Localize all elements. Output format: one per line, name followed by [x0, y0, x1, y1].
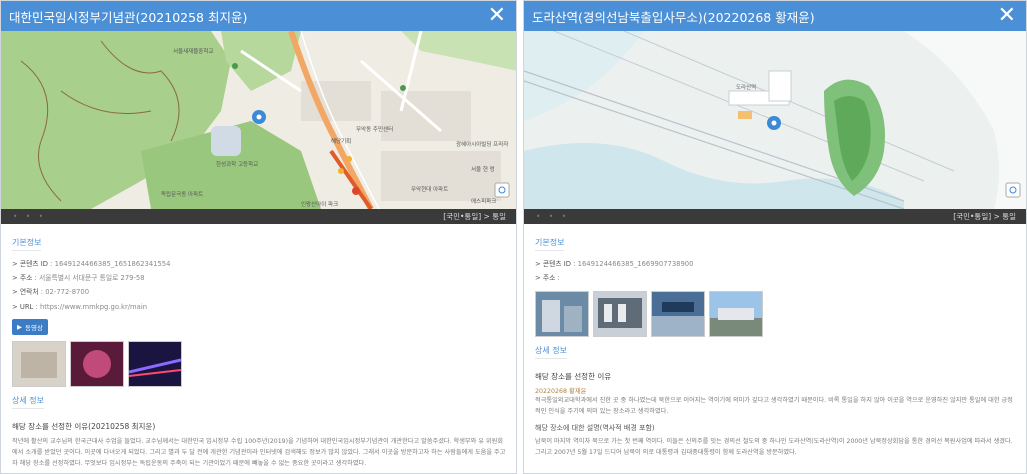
- popup-title: 대한민국임시정부기념관(20210258 최지윤): [9, 9, 248, 25]
- popup-titlebar: 대한민국임시정부기념관(20210258 최지윤) ✕: [1, 1, 516, 31]
- place-popup-1: 대한민국임시정부기념관(20210258 최지윤) ✕ 서울새재뜰중학교 해당기…: [0, 0, 517, 474]
- place-popup-2: 도라산역(경의선남북출입사무소)(20220268 황재윤) ✕ 도라산역 • …: [523, 0, 1027, 474]
- map-label: 해당기획: [331, 137, 351, 145]
- info-value: : 02-772-8700: [38, 288, 90, 297]
- photo-thumbnail[interactable]: [651, 291, 705, 338]
- map-dots-icon: • • •: [13, 212, 47, 221]
- info-key: > 주소: [12, 274, 33, 283]
- info-value: : 1649124466385_1651862341554: [48, 260, 171, 268]
- map-label: 서울 현 렁: [471, 165, 495, 173]
- map-label: 독립문극동 아파트: [161, 190, 203, 198]
- map-view[interactable]: 서울새재뜰중학교 해당기획 무악동 주민센터 무악현대 아파트 한성과학 고등학…: [1, 31, 516, 209]
- map-label: 인왕산아이 파크: [301, 200, 338, 208]
- map-footer: • • • [국민•통일] > 통일: [1, 209, 516, 224]
- map-label: 무악현대 아파트: [411, 185, 448, 193]
- video-label: 동영상: [25, 323, 43, 332]
- close-icon[interactable]: ✕: [488, 5, 506, 27]
- info-row: > 콘텐츠 ID : 1649124466385_1669907738900: [535, 257, 1016, 271]
- detail-info-title: 상세 정보: [12, 395, 44, 409]
- popup-titlebar: 도라산역(경의선남북출입사무소)(20220268 황재윤) ✕: [524, 1, 1026, 31]
- map-view[interactable]: 도라산역: [524, 31, 1026, 209]
- info-row: > URL : https://www.mmkpg.go.kr/main: [12, 300, 506, 314]
- info-row: > 콘텐츠 ID : 1649124466385_1651862341554: [12, 257, 506, 271]
- info-row: > 주소 : 서울특별시 서대문구 통일로 279-58: [12, 271, 506, 285]
- info-row: > 주소 :: [535, 271, 1016, 285]
- info-key: > 주소: [535, 274, 556, 283]
- category-path: [국민•통일] > 통일: [953, 212, 1016, 221]
- category-path: [국민•통일] > 통일: [443, 212, 506, 221]
- photo-thumbnail[interactable]: [593, 291, 647, 338]
- info-key: > 콘텐츠 ID: [12, 260, 49, 268]
- info-key: > URL: [12, 302, 34, 311]
- info-list: > 콘텐츠 ID : 1649124466385_1669907738900 >…: [535, 257, 1016, 285]
- detail-info-title: 상세 정보: [535, 345, 567, 360]
- info-key: > 콘텐츠 ID: [535, 260, 572, 268]
- reason-text: 작년에 활산의 교수님의 한국근대사 수업을 들었다. 교수님께서는 대한민국 …: [12, 437, 506, 467]
- info-row: > 연락처 : 02-772-8700: [12, 285, 506, 299]
- map-footer: • • • [국민•통일] > 통일: [524, 209, 1026, 224]
- map-label: 도라산역: [736, 83, 756, 91]
- basic-info-title: 기본정보: [535, 237, 565, 251]
- reason-heading: 해당 장소를 선정한 이유(20210258 최지윤): [12, 421, 156, 431]
- photo-thumbnail[interactable]: [70, 340, 124, 387]
- map-label: 광혜아시아빌딩 프라자: [456, 140, 508, 148]
- info-value: : 서울특별시 서대문구 통일로 279-58: [32, 274, 145, 283]
- map-label: 한성과학 고등학교: [216, 160, 258, 168]
- popup-body: 기본정보 > 콘텐츠 ID : 1649124466385_1669907738…: [524, 224, 1026, 458]
- photo-thumbnail[interactable]: [128, 340, 182, 387]
- photo-thumbnail[interactable]: [709, 291, 763, 338]
- map-label: 에스피파크: [471, 197, 496, 205]
- reason-text: 적극통일외교대학과에서 진한 곳 중 하나였는데 북한으로 이어지는 역이기에 …: [535, 397, 1013, 416]
- description-heading: 해당 장소에 대한 설명(역사적 배경 포함): [535, 424, 655, 433]
- map-label: 서울새재뜰중학교: [173, 47, 213, 55]
- reason-heading: 해당 장소를 선정한 이유: [535, 372, 612, 382]
- close-icon[interactable]: ✕: [998, 5, 1016, 27]
- info-list: > 콘텐츠 ID : 1649124466385_1651862341554 >…: [12, 257, 506, 314]
- photo-thumbnails: [12, 340, 506, 387]
- video-button[interactable]: ▶ 동영상: [12, 318, 48, 335]
- photo-thumbnail[interactable]: [535, 291, 589, 338]
- popup-title: 도라산역(경의선남북출입사무소)(20220268 황재윤): [532, 9, 815, 25]
- description-text: 남북이 마지막 역이자 북으로 가는 첫 번째 역이다. 이들은 신의주를 잇는…: [535, 438, 1013, 457]
- info-value: : 1649124466385_1669907738900: [571, 260, 694, 268]
- map-label: 무악동 주민센터: [356, 125, 393, 133]
- video-icon: ▶: [17, 322, 22, 331]
- url-link[interactable]: : https://www.mmkpg.go.kr/main: [33, 303, 148, 311]
- map-dots-icon: • • •: [536, 212, 570, 221]
- info-key: > 연락처: [12, 288, 39, 297]
- photo-thumbnail[interactable]: [12, 340, 66, 387]
- basic-info-title: 기본정보: [12, 237, 42, 251]
- info-value: :: [555, 274, 560, 283]
- popup-body: 기본정보 > 콘텐츠 ID : 1649124466385_1651862341…: [1, 224, 516, 469]
- reason-author: 20220268 황재윤: [535, 388, 587, 396]
- photo-thumbnails: [535, 291, 1016, 338]
